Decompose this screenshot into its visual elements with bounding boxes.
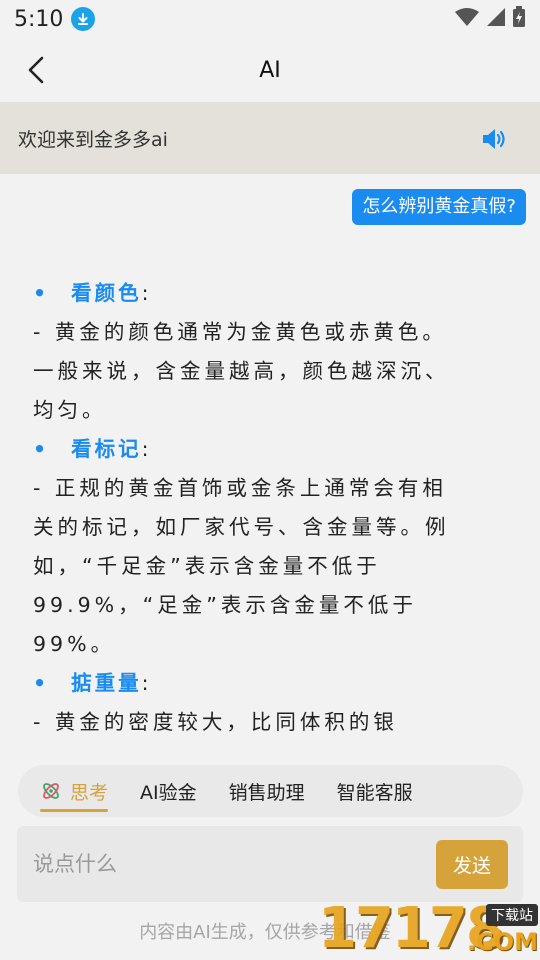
answer-heading-3: • 掂重量: — [33, 671, 153, 695]
speaker-icon — [483, 129, 505, 149]
page-title: AI — [259, 57, 281, 83]
answer-line: 99.9%，“足金”表示含金量不低于 — [33, 593, 417, 617]
watermark-suffix: .COM — [466, 928, 538, 956]
speaker-button[interactable] — [480, 124, 510, 154]
ai-answer: • 看颜色: - 黄金的颜色通常为金黄色或赤黄色。 一般来说，含金量越高，颜色越… — [33, 274, 495, 742]
answer-line: - 黄金的密度较大，比同体积的银 — [33, 710, 398, 734]
tab-sales-assistant[interactable]: 销售助理 — [229, 765, 305, 817]
heading-text: 看颜色 — [71, 281, 142, 305]
welcome-banner: 欢迎来到金多多ai — [0, 102, 540, 174]
back-button[interactable] — [14, 48, 58, 92]
answer-heading-2: • 看标记: — [33, 437, 153, 461]
answer-line: 99%。 — [33, 632, 116, 656]
tab-customer-service[interactable]: 智能客服 — [337, 765, 413, 817]
message-composer: 发送 — [17, 826, 523, 902]
message-input[interactable] — [33, 846, 413, 882]
mode-tabs: 思考 AI验金 销售助理 智能客服 — [18, 765, 523, 817]
download-icon — [71, 7, 96, 31]
answer-line: - 黄金的颜色通常为金黄色或赤黄色。 — [33, 320, 447, 344]
answer-line: - 正规的黄金首饰或金条上通常会有相 — [33, 476, 447, 500]
atom-icon — [40, 780, 62, 802]
heading-text: 掂重量 — [71, 671, 142, 695]
answer-line: 关的标记，如厂家代号、含金量等。例 — [33, 515, 450, 539]
answer-line: 如，“千足金”表示含金量不低于 — [33, 554, 381, 578]
tab-think[interactable]: 思考 — [40, 765, 109, 817]
answer-line: 一般来说，含金量越高，颜色越深沉、 — [33, 359, 450, 383]
chat-area[interactable]: 怎么辨别黄金真假? • 看颜色: - 黄金的颜色通常为金黄色或赤黄色。 一般来说… — [0, 174, 540, 764]
send-button[interactable]: 发送 — [436, 840, 508, 889]
watermark-badge: 下载站 — [486, 904, 538, 926]
heading-text: 看标记 — [71, 437, 142, 461]
wifi-icon — [454, 7, 480, 31]
answer-heading-1: • 看颜色: — [33, 281, 153, 305]
status-time: 5:10 — [14, 6, 64, 32]
signal-icon — [486, 7, 506, 31]
app-bar: AI — [0, 38, 540, 102]
welcome-text: 欢迎来到金多多ai — [18, 128, 168, 151]
chevron-left-icon — [28, 56, 44, 84]
user-message-bubble: 怎么辨别黄金真假? — [352, 189, 526, 225]
status-bar: 5:10 — [0, 0, 540, 38]
site-watermark: 17178 下载站 .COM — [318, 898, 540, 960]
battery-icon — [512, 6, 526, 32]
tab-ai-gold-check[interactable]: AI验金 — [140, 765, 197, 817]
tab-label: 思考 — [70, 781, 109, 804]
answer-line: 均匀。 — [33, 398, 107, 422]
